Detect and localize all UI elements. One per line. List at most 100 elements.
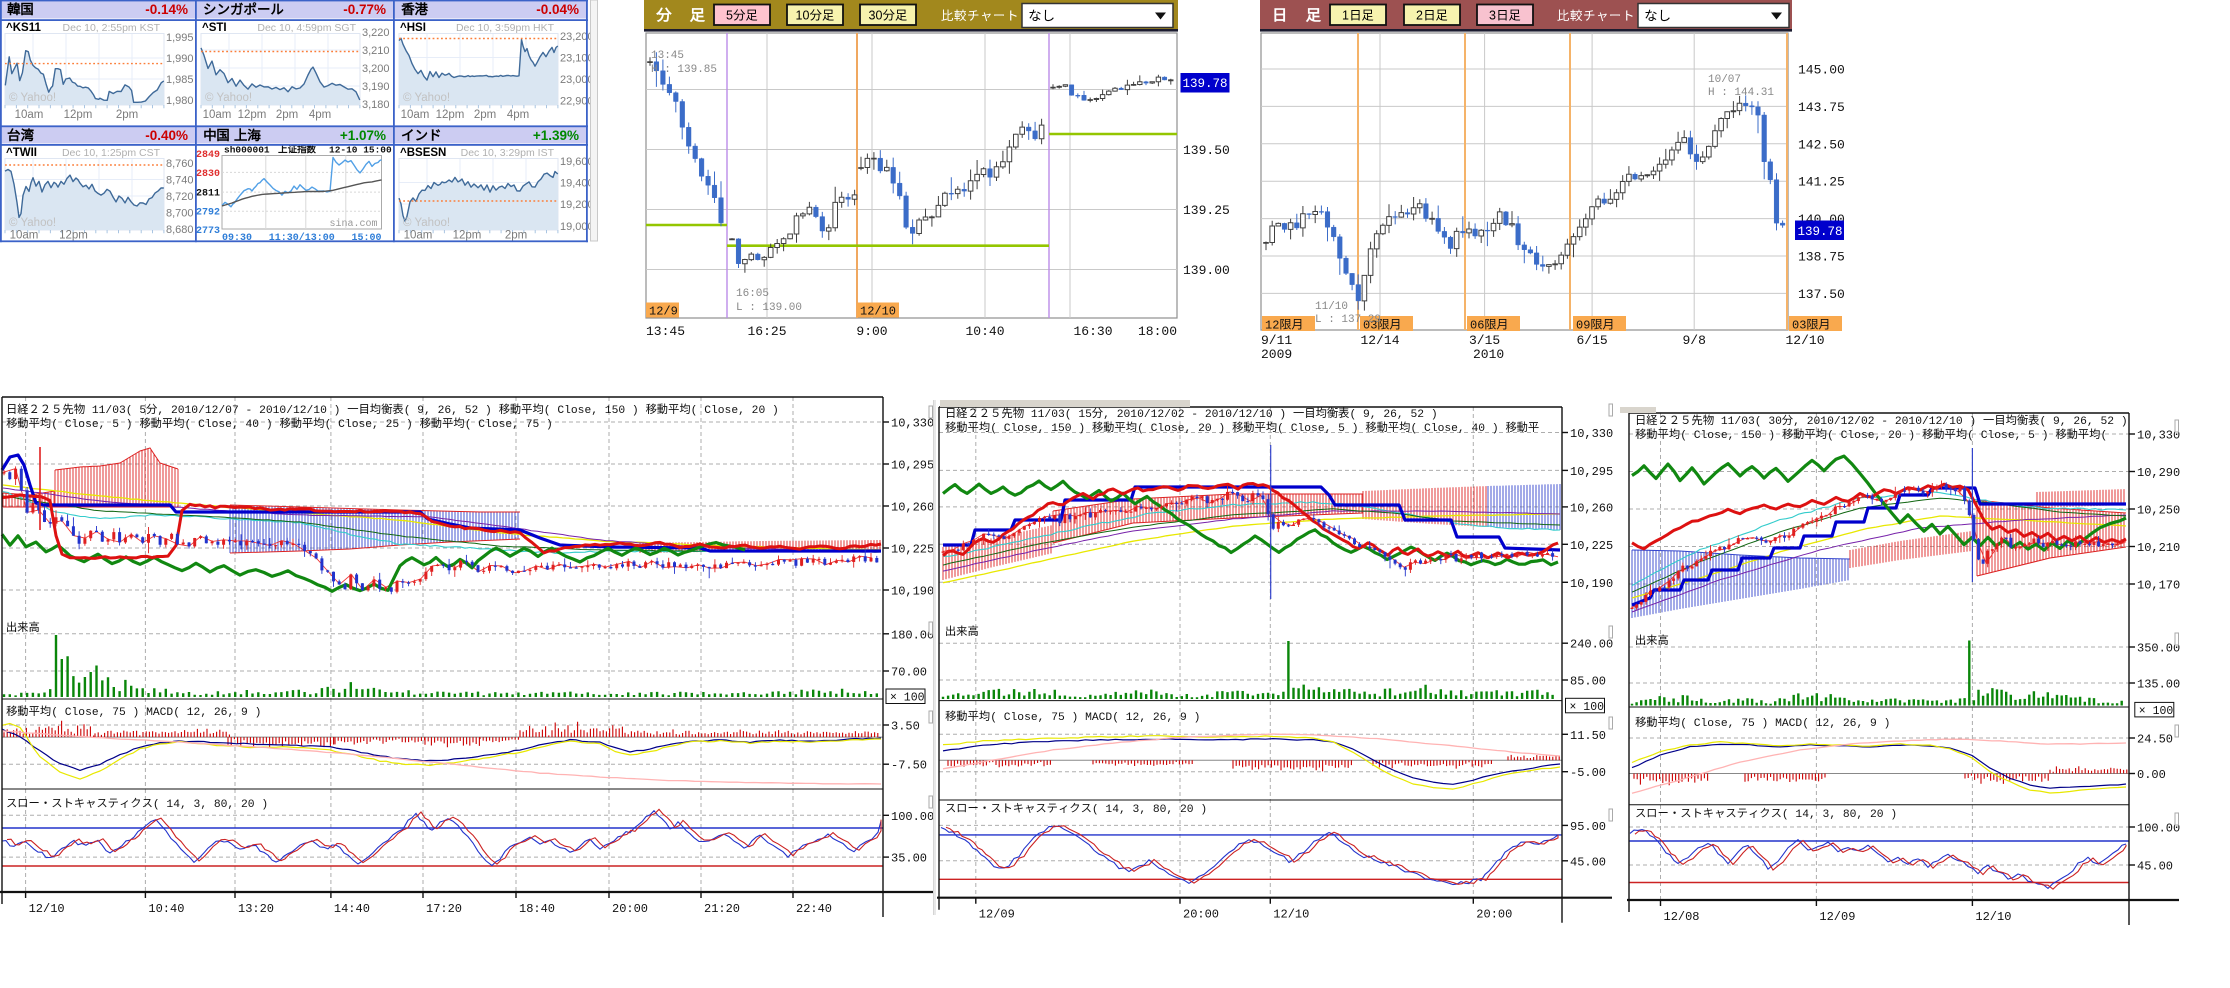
svg-text:-7.50: -7.50 [891,759,927,773]
svg-text:09限月: 09限月 [1576,319,1614,333]
svg-text:137.50: 137.50 [1798,287,1845,302]
svg-text:分 足: 分 足 [655,7,712,25]
svg-text:142.50: 142.50 [1798,137,1845,152]
svg-text:12/9: 12/9 [649,305,678,319]
svg-text:30分足: 30分足 [869,9,908,23]
svg-text:12/10: 12/10 [1273,908,1309,922]
svg-text:日経２２５先物 11/03( 30分, 2010/12/02: 日経２２５先物 11/03( 30分, 2010/12/02 - 2010/12… [1635,414,2128,428]
svg-text:12/10: 12/10 [1785,333,1824,348]
svg-text:10,330: 10,330 [891,417,934,431]
svg-text:2811: 2811 [196,189,220,200]
svg-text:9:00: 9:00 [856,324,887,339]
svg-text:香港: 香港 [400,2,429,17]
svg-text:240.00: 240.00 [1570,638,1613,652]
svg-text:141.25: 141.25 [1798,175,1845,190]
svg-text:12/09: 12/09 [1819,910,1855,924]
svg-text:移動平均( Close, 75 ) MACD( 12,: 移動平均( Close, 75 ) MACD( 12, 26, 9 ) [945,710,1200,724]
svg-text:10,295: 10,295 [891,459,934,473]
svg-text:12/09: 12/09 [979,908,1015,922]
svg-text:10,170: 10,170 [2137,579,2180,593]
svg-text:出来高: 出来高 [1635,635,1669,648]
svg-text:12限月: 12限月 [1265,319,1303,333]
svg-text:20:00: 20:00 [1183,908,1219,922]
svg-text:3/15: 3/15 [1469,333,1500,348]
svg-text:139.78: 139.78 [1798,225,1843,239]
svg-text:13:45: 13:45 [651,50,684,62]
svg-text:100.00: 100.00 [2137,822,2180,836]
svg-text:10,330: 10,330 [2137,429,2180,443]
svg-text:23,000: 23,000 [560,74,594,86]
svg-text:シンガポール: シンガポール [203,2,284,17]
svg-text:1,985: 1,985 [166,74,194,86]
svg-text:^KS11: ^KS11 [6,22,41,34]
svg-text:11/10: 11/10 [1315,301,1348,313]
svg-text:3,180: 3,180 [362,99,390,111]
svg-text:韓国: 韓国 [7,2,34,17]
svg-text:スロー・ストキャスティクス( 14, 3, 80, 20 ): スロー・ストキャスティクス( 14, 3, 80, 20 ) [945,802,1207,816]
svg-text:8,760: 8,760 [166,158,194,170]
svg-text:3,220: 3,220 [362,27,390,39]
svg-text:4pm: 4pm [507,109,529,121]
svg-text:© Yahoo!: © Yahoo! [403,217,450,229]
svg-text:3,190: 3,190 [362,81,390,93]
svg-text:Dec 10, 1:25pm CST: Dec 10, 1:25pm CST [62,147,161,159]
svg-text:139.50: 139.50 [1183,143,1230,158]
svg-text:インド: インド [401,128,442,143]
svg-text:比較チャート: 比較チャート [941,9,1019,23]
svg-text:^STI: ^STI [202,22,227,34]
svg-text:× 100: × 100 [2139,705,2174,718]
svg-text:Dec 10, 2:55pm KST: Dec 10, 2:55pm KST [63,22,161,34]
svg-text:135.00: 135.00 [2137,678,2180,692]
svg-text:18:00: 18:00 [1138,324,1177,339]
svg-text:H : 144.31: H : 144.31 [1708,87,1774,99]
svg-text:3日足: 3日足 [1489,9,1521,23]
svg-text:10am: 10am [15,109,44,121]
svg-text:17:20: 17:20 [426,902,462,916]
svg-text:20:00: 20:00 [612,902,648,916]
svg-text:© Yahoo!: © Yahoo! [205,92,252,104]
svg-text:移動平均( Close, 75 ) MACD( 12,: 移動平均( Close, 75 ) MACD( 12, 26, 9 ) [6,705,261,719]
svg-text:^HSI: ^HSI [400,22,426,34]
svg-text:145.00: 145.00 [1798,63,1845,78]
svg-text:12pm: 12pm [436,109,465,121]
svg-text:2773: 2773 [196,226,220,237]
svg-text:10am: 10am [401,109,430,121]
svg-text:日経２２５先物 11/03( 15分, 2010/12/02: 日経２２５先物 11/03( 15分, 2010/12/02 - 2010/12… [945,407,1438,421]
svg-text:2pm: 2pm [276,109,298,121]
svg-text:12/14: 12/14 [1360,333,1399,348]
svg-text:移動平均( Close, 5 ) 移動平均( Clos: 移動平均( Close, 5 ) 移動平均( Close, 40 ) 移動平均(… [6,417,553,431]
svg-text:1,995: 1,995 [166,32,194,44]
svg-text:12pm: 12pm [64,109,93,121]
svg-text:03限月: 03限月 [1792,319,1830,333]
svg-text:13:20: 13:20 [238,902,274,916]
svg-text:+1.39%: +1.39% [533,128,579,143]
svg-text:10,290: 10,290 [2137,466,2180,480]
svg-text:19,400: 19,400 [560,178,594,190]
svg-text:13:45: 13:45 [646,324,685,339]
svg-text:12/08: 12/08 [1664,910,1700,924]
svg-text:19,000: 19,000 [560,221,594,233]
svg-text:© Yahoo!: © Yahoo! [403,92,450,104]
svg-text:2830: 2830 [196,169,220,180]
svg-text:23,100: 23,100 [560,53,594,65]
svg-text:5分足: 5分足 [726,9,758,23]
svg-text:09:30: 09:30 [222,233,252,244]
svg-text:2010: 2010 [1473,347,1504,362]
svg-text:15:00: 15:00 [351,233,381,244]
svg-text:1,980: 1,980 [166,95,194,107]
svg-text:8,680: 8,680 [166,224,194,236]
svg-text:sina.com: sina.com [329,218,377,230]
svg-text:2pm: 2pm [505,230,527,242]
svg-text:移動平均( Close, 75 ) MACD( 12,: 移動平均( Close, 75 ) MACD( 12, 26, 9 ) [1635,716,1890,730]
svg-text:45.00: 45.00 [1570,855,1606,869]
svg-text:なし: なし [1644,9,1671,24]
svg-text:139.78: 139.78 [1183,77,1228,91]
svg-text:22:40: 22:40 [796,902,832,916]
svg-text:10am: 10am [203,109,232,121]
svg-text:2849: 2849 [196,150,220,161]
svg-text:20:00: 20:00 [1476,908,1512,922]
svg-text:12/10: 12/10 [1975,910,2011,924]
svg-text:移動平均( Close, 150 ) 移動平均( Clo: 移動平均( Close, 150 ) 移動平均( Close, 20 ) 移動平… [945,421,1539,435]
svg-text:06限月: 06限月 [1470,319,1508,333]
svg-text:2pm: 2pm [474,109,496,121]
